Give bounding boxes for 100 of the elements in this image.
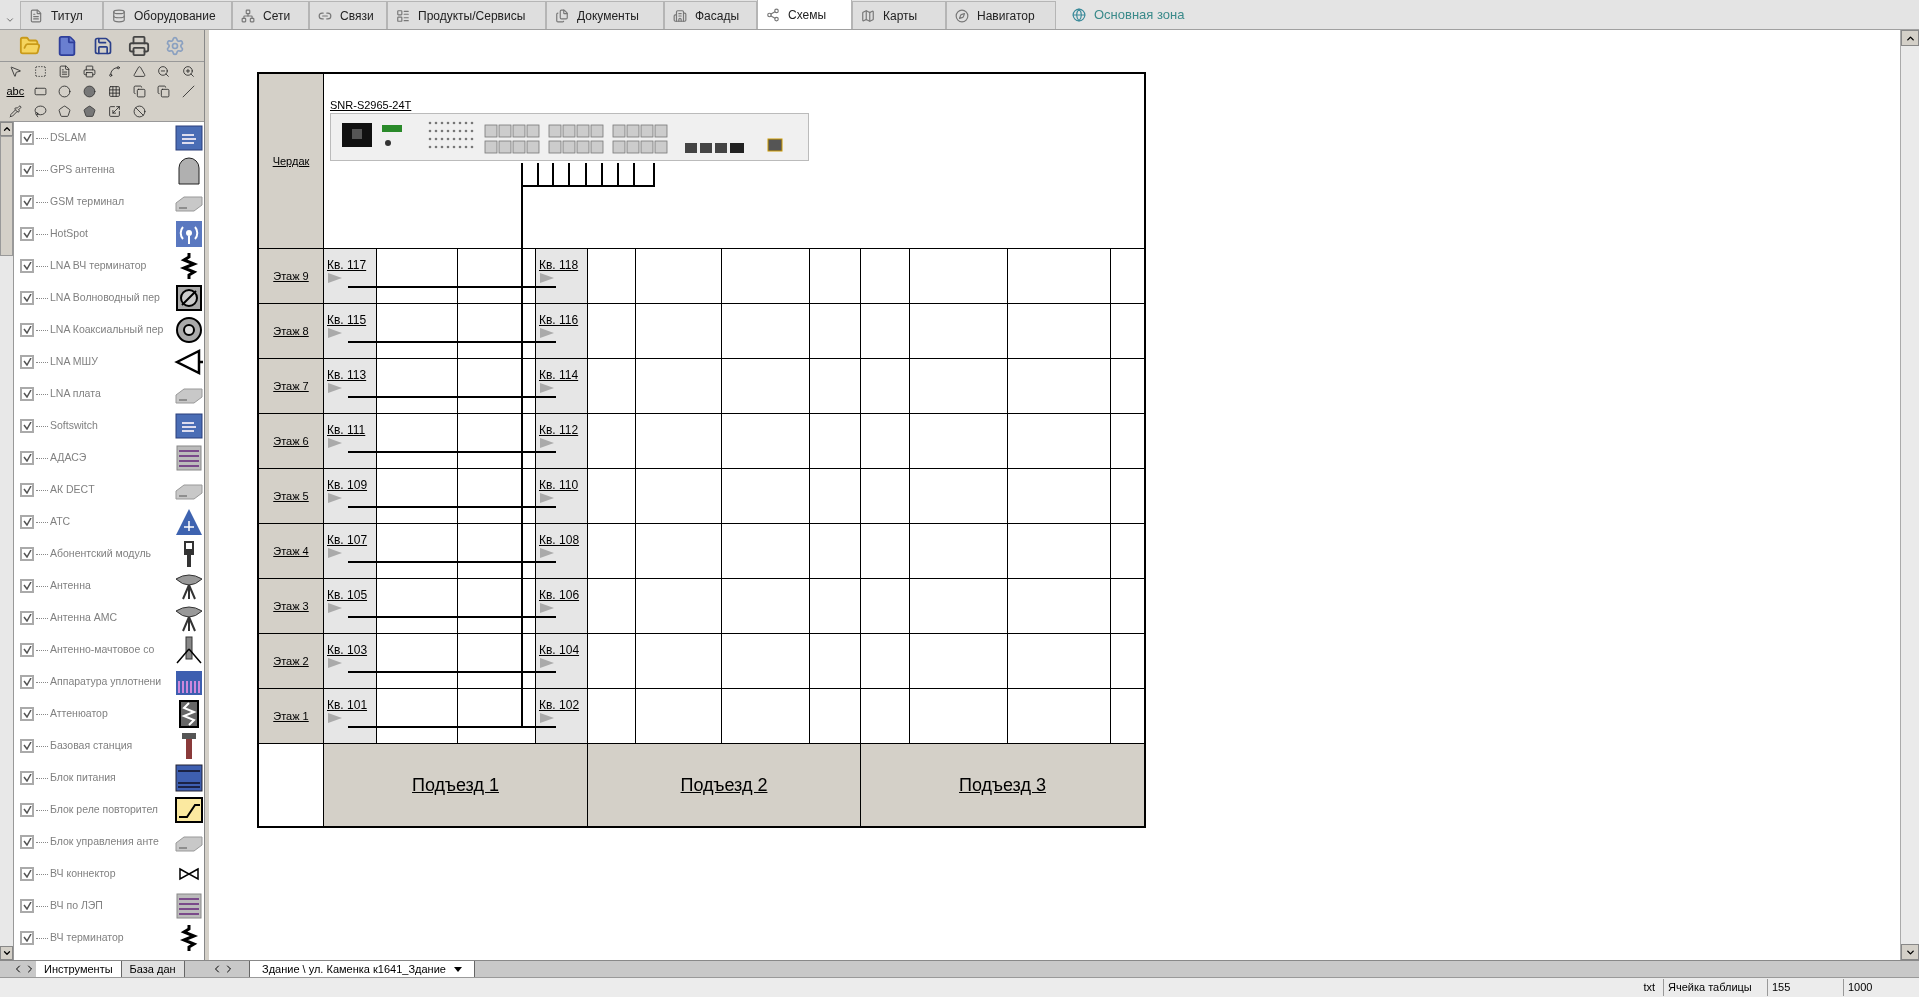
checkbox[interactable] — [20, 355, 34, 369]
copy-icon[interactable] — [157, 85, 171, 98]
resize-icon[interactable] — [107, 104, 121, 118]
zoom-out-icon[interactable] — [157, 65, 171, 79]
tab[interactable]: Документы — [546, 1, 664, 29]
checkbox[interactable] — [20, 259, 34, 273]
checkbox[interactable] — [20, 547, 34, 561]
zone-label[interactable]: Основная зона — [1094, 5, 1185, 25]
checkbox[interactable] — [20, 515, 34, 529]
filled-pentagon-icon[interactable] — [83, 104, 97, 118]
checkbox[interactable] — [20, 899, 34, 913]
check-icon — [22, 198, 32, 206]
scrollbar-thumb[interactable] — [0, 136, 13, 256]
scrollbar[interactable] — [1900, 30, 1919, 960]
checkbox[interactable] — [20, 483, 34, 497]
pointer-icon[interactable] — [8, 65, 22, 79]
library-item[interactable]: DSLAM — [50, 130, 174, 146]
library-item[interactable]: Антенна АМС — [50, 610, 174, 626]
checkbox[interactable] — [20, 131, 34, 145]
document-tab[interactable]: Здание \ ул. Каменка к1641_Здание — [249, 961, 475, 977]
library-item[interactable]: HotSpot — [50, 226, 174, 242]
checkbox[interactable] — [20, 867, 34, 881]
diameter-icon[interactable] — [132, 104, 146, 118]
tab[interactable]: Карты — [852, 1, 946, 29]
tab[interactable]: Навигатор — [946, 1, 1056, 29]
checkbox[interactable] — [20, 611, 34, 625]
library-item[interactable]: АДАСЭ — [50, 450, 174, 466]
tab[interactable]: Титул — [20, 1, 103, 29]
library-item[interactable]: АТС — [50, 514, 174, 530]
library-item[interactable]: АК DECT — [50, 482, 174, 498]
library-item[interactable]: Антенна — [50, 578, 174, 594]
line-icon[interactable] — [182, 85, 196, 98]
rectangle-icon[interactable] — [33, 85, 47, 98]
tab[interactable]: База дан — [121, 961, 185, 977]
library-item[interactable]: Антенно-мачтовое со — [50, 642, 174, 658]
tab[interactable]: Связи — [309, 1, 387, 29]
scroll-down-icon[interactable] — [1, 948, 12, 958]
checkbox[interactable] — [20, 803, 34, 817]
checkbox[interactable] — [20, 739, 34, 753]
checkbox[interactable] — [20, 419, 34, 433]
scroll-up-icon[interactable] — [1, 124, 12, 134]
printer-icon[interactable] — [83, 65, 97, 79]
library-item[interactable]: LNA ВЧ терминатор — [50, 258, 174, 274]
lasso-icon[interactable] — [33, 104, 47, 118]
tab[interactable]: Инструменты — [36, 961, 122, 977]
checkbox[interactable] — [20, 291, 34, 305]
checkbox[interactable] — [20, 771, 34, 785]
tab[interactable]: Продукты/Сервисы — [387, 1, 546, 29]
library-item[interactable]: Блок управления анте — [50, 834, 174, 850]
checkbox[interactable] — [20, 227, 34, 241]
checkbox[interactable] — [20, 643, 34, 657]
library-item[interactable]: Аппаратура уплотнени — [50, 674, 174, 690]
tab[interactable]: Схемы — [757, 0, 852, 29]
tab[interactable]: Фасады — [664, 1, 757, 29]
checkbox[interactable] — [20, 931, 34, 945]
zoom-in-icon[interactable] — [182, 65, 196, 79]
library-item[interactable]: ВЧ по ЛЭП — [50, 898, 174, 914]
pipette-icon[interactable] — [8, 104, 22, 118]
check-icon — [22, 838, 32, 846]
library-item[interactable]: ВЧ терминатор — [50, 930, 174, 946]
text-tool[interactable]: abc — [3, 81, 28, 102]
checkbox[interactable] — [20, 387, 34, 401]
library-item[interactable]: Аттенюатор — [50, 706, 174, 722]
checkbox[interactable] — [20, 451, 34, 465]
tab[interactable]: Сети — [232, 1, 309, 29]
checkbox[interactable] — [20, 195, 34, 209]
checkbox[interactable] — [20, 579, 34, 593]
library-item[interactable]: ВЧ коннектор — [50, 866, 174, 882]
copy-icon[interactable] — [132, 85, 146, 98]
printer-icon[interactable] — [127, 34, 150, 57]
grid-icon[interactable] — [107, 85, 121, 98]
port-icon — [327, 547, 343, 559]
save-icon[interactable] — [93, 35, 113, 56]
filled-circle-icon[interactable] — [83, 85, 97, 98]
checkbox[interactable] — [20, 163, 34, 177]
library-item[interactable]: GPS антенна — [50, 162, 174, 178]
checkbox[interactable] — [20, 835, 34, 849]
library-item[interactable]: GSM терминал — [50, 194, 174, 210]
library-item[interactable]: Базовая станция — [50, 738, 174, 754]
page-icon[interactable] — [58, 65, 72, 79]
library-item[interactable]: Блок реле повторител — [50, 802, 174, 818]
library-item[interactable]: LNA МШУ — [50, 354, 174, 370]
scrollbar[interactable] — [0, 122, 14, 960]
library-item[interactable]: Блок питания — [50, 770, 174, 786]
apartment-label: Кв. 106 — [539, 589, 580, 601]
circle-icon[interactable] — [58, 85, 72, 98]
checkbox[interactable] — [20, 707, 34, 721]
device-icon — [174, 411, 204, 441]
tab[interactable]: Оборудование — [103, 1, 232, 29]
library-item[interactable]: LNA Волноводный пер — [50, 290, 174, 306]
triangle-icon[interactable] — [132, 65, 146, 79]
pentagon-icon[interactable] — [58, 104, 72, 118]
checkbox[interactable] — [20, 675, 34, 689]
library-item[interactable]: Абонентский модуль — [50, 546, 174, 562]
selection-icon[interactable] — [33, 65, 47, 79]
library-item[interactable]: LNA Коаксиальный пер — [50, 322, 174, 338]
checkbox[interactable] — [20, 323, 34, 337]
library-item[interactable]: LNA плата — [50, 386, 174, 402]
library-item[interactable]: Softswitch — [50, 418, 174, 434]
curve-icon[interactable] — [107, 65, 121, 79]
